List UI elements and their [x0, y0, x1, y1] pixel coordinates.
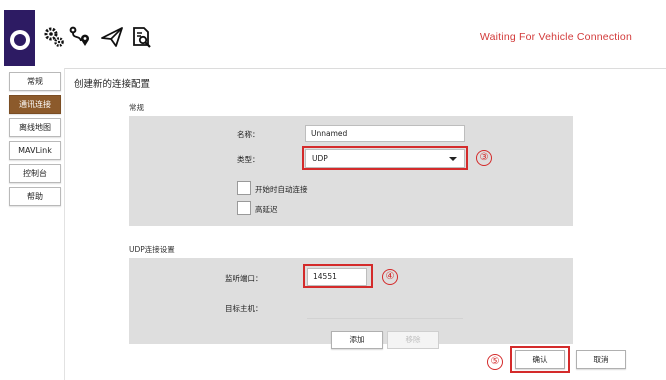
type-select-highlight [302, 146, 468, 170]
listening-port-label: 监听端口： [225, 274, 263, 283]
plan-route-icon[interactable] [68, 25, 92, 49]
app-logo-icon [10, 30, 30, 50]
cancel-button[interactable]: 取消 [576, 350, 626, 369]
top-toolbar: Waiting For Vehicle Connection [0, 0, 666, 68]
auto-connect-checkbox[interactable] [237, 181, 251, 195]
qgc-settings-window: Waiting For Vehicle Connection 常规 通讯连接 离… [0, 0, 666, 380]
listening-port-highlight [303, 264, 373, 288]
callout-4: ④ [382, 269, 398, 285]
app-logo-button[interactable] [4, 10, 35, 66]
high-latency-label: 高延迟 [255, 205, 278, 214]
target-host-list [307, 318, 463, 319]
sidebar-item-help[interactable]: 帮助 [9, 187, 61, 206]
page-title: 创建新的连接配置 [74, 79, 151, 90]
vehicle-connection-status: Waiting For Vehicle Connection [479, 31, 632, 43]
general-settings-panel: 名称： Unnamed 类型： UDP 开始时自动连接 高延迟 [129, 116, 573, 226]
analyze-document-icon[interactable] [130, 25, 154, 49]
high-latency-checkbox[interactable] [237, 201, 251, 215]
settings-sidebar: 常规 通讯连接 离线地图 MAVLink 控制台 帮助 [9, 72, 61, 210]
type-label: 类型： [237, 155, 260, 164]
callout-5: ⑤ [487, 354, 503, 370]
sidebar-item-general[interactable]: 常规 [9, 72, 61, 91]
toolbar-divider [64, 68, 666, 69]
target-host-label: 目标主机： [225, 304, 263, 313]
udp-section-heading: UDP连接设置 [129, 245, 175, 254]
callout-3: ③ [476, 150, 492, 166]
add-host-button[interactable]: 添加 [331, 331, 383, 349]
confirm-button-highlight [510, 346, 570, 373]
sidebar-item-comm-links[interactable]: 通讯连接 [9, 95, 61, 114]
sidebar-item-mavlink[interactable]: MAVLink [9, 141, 61, 160]
sidebar-item-offline-maps[interactable]: 离线地图 [9, 118, 61, 137]
remove-host-button[interactable]: 移除 [387, 331, 439, 349]
name-input[interactable]: Unnamed [305, 125, 465, 142]
fly-paper-plane-icon[interactable] [100, 25, 124, 49]
general-section-heading: 常规 [129, 103, 144, 112]
sidebar-divider [64, 68, 65, 380]
auto-connect-label: 开始时自动连接 [255, 185, 308, 194]
name-label: 名称： [237, 130, 260, 139]
sidebar-item-console[interactable]: 控制台 [9, 164, 61, 183]
settings-gear-icon[interactable] [42, 25, 66, 49]
